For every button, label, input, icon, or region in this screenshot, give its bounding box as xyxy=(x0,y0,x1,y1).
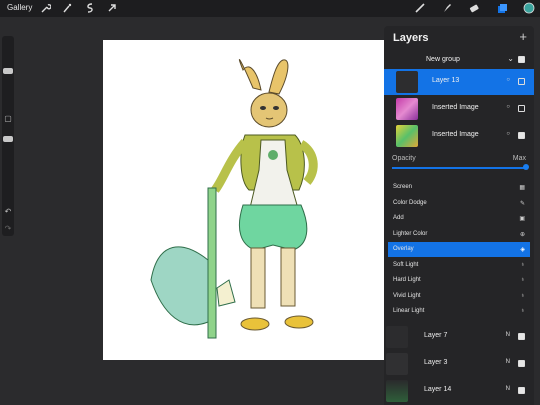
top-toolbar: Gallery xyxy=(0,0,540,17)
undo-icon[interactable]: ↶ xyxy=(4,208,12,216)
layer-row[interactable]: Layer 14 N xyxy=(384,378,534,404)
blend-mode-vivid-light[interactable]: Vivid Light ♁ xyxy=(388,289,530,304)
blend-mode-indicator[interactable]: ○ xyxy=(506,104,510,110)
color-dodge-icon: ✎ xyxy=(519,201,525,207)
layer-row[interactable]: Layer 7 N xyxy=(384,324,534,350)
add-layer-button[interactable]: + xyxy=(519,29,527,44)
blend-mode-lighter-color[interactable]: Lighter Color ⊕ xyxy=(388,227,530,242)
overlay-icon: ◈ xyxy=(520,247,525,253)
blend-mode-screen[interactable]: Screen ▦ xyxy=(388,180,530,195)
brush-icon[interactable] xyxy=(414,2,426,14)
blend-mode-hard-light[interactable]: Hard Light ♁ xyxy=(388,273,530,288)
layer-thumbnail xyxy=(386,380,408,402)
layers-icon[interactable] xyxy=(496,2,508,14)
blend-mode-indicator[interactable]: N xyxy=(506,359,510,365)
magic-wand-icon[interactable] xyxy=(61,2,73,14)
group-visibility-checkbox[interactable] xyxy=(518,56,525,63)
layer-row[interactable]: Layer 3 N xyxy=(384,351,534,377)
layers-panel: Layers + New group ⌄ Layer 13 ○ Inserted… xyxy=(384,26,534,405)
blend-mode-label: Linear Light xyxy=(393,308,425,314)
eraser-icon[interactable] xyxy=(468,2,480,14)
screen-icon: ▦ xyxy=(519,185,525,191)
blend-mode-color-dodge[interactable]: Color Dodge ✎ xyxy=(388,196,530,211)
layer-name: Inserted Image xyxy=(432,131,479,138)
blend-mode-add[interactable]: Add ▣ xyxy=(388,211,530,226)
blend-mode-overlay[interactable]: Overlay ◈ xyxy=(388,242,530,257)
soft-light-icon: ♁ xyxy=(520,262,526,268)
blend-mode-label: Screen xyxy=(393,184,413,190)
add-icon: ▣ xyxy=(519,216,525,222)
blend-mode-indicator[interactable]: ○ xyxy=(506,131,510,137)
layers-panel-title: Layers xyxy=(393,32,429,44)
drawing-canvas[interactable] xyxy=(103,40,385,360)
linear-light-icon: ♁ xyxy=(520,308,526,314)
vivid-light-icon: ♁ xyxy=(520,293,526,299)
brush-size-sidebar: ▢ ↶ ↷ xyxy=(2,36,14,236)
layer-group-row[interactable]: New group ⌄ xyxy=(384,53,534,67)
layer-name: Layer 14 xyxy=(424,386,452,393)
blend-mode-soft-light[interactable]: Soft Light ♁ xyxy=(388,258,530,273)
lighter-color-icon: ⊕ xyxy=(519,232,525,238)
selection-icon[interactable] xyxy=(84,2,96,14)
layer-name: Layer 7 xyxy=(424,332,448,339)
blend-mode-label: Overlay xyxy=(393,246,414,252)
layer-name: Layer 3 xyxy=(424,359,448,366)
layer-visibility-checkbox[interactable] xyxy=(518,105,525,112)
layer-visibility-checkbox[interactable] xyxy=(518,333,525,340)
hard-light-icon: ♁ xyxy=(520,277,526,283)
opacity-slider[interactable] xyxy=(3,136,13,142)
redo-icon[interactable]: ↷ xyxy=(4,225,12,233)
wrench-icon[interactable] xyxy=(39,2,51,14)
layer-thumbnail xyxy=(396,125,418,147)
blend-mode-label: Lighter Color xyxy=(393,231,428,237)
blend-mode-indicator[interactable]: N xyxy=(506,386,510,392)
chevron-down-icon[interactable]: ⌄ xyxy=(507,54,514,63)
blend-mode-linear-light[interactable]: Linear Light ♁ xyxy=(388,304,530,319)
layer-row[interactable]: Layer 13 ○ xyxy=(384,69,534,95)
gallery-button[interactable]: Gallery xyxy=(7,3,32,12)
blend-mode-indicator[interactable]: ○ xyxy=(506,77,510,83)
layer-thumbnail xyxy=(386,353,408,375)
layer-name: Layer 13 xyxy=(432,77,460,84)
smudge-icon[interactable] xyxy=(441,2,453,14)
opacity-slider-track[interactable] xyxy=(392,167,527,169)
rabbit-artwork-illustration xyxy=(150,59,318,339)
layer-row[interactable]: Inserted Image ○ xyxy=(384,123,534,149)
blend-mode-label: Add xyxy=(393,215,404,221)
layer-name: Inserted Image xyxy=(432,104,479,111)
blend-mode-label: Soft Light xyxy=(393,262,419,268)
modify-button[interactable]: ▢ xyxy=(4,115,12,123)
layer-visibility-checkbox[interactable] xyxy=(518,132,525,139)
opacity-max-label: Max xyxy=(512,155,526,162)
layer-visibility-checkbox[interactable] xyxy=(518,360,525,367)
opacity-slider-knob[interactable] xyxy=(523,164,529,170)
blend-mode-label: Color Dodge xyxy=(393,200,427,206)
layer-visibility-checkbox[interactable] xyxy=(518,78,525,85)
layer-thumbnail xyxy=(396,98,418,120)
opacity-label: Opacity xyxy=(392,155,416,162)
blend-mode-indicator[interactable]: N xyxy=(506,332,510,338)
group-name: New group xyxy=(426,56,460,63)
layer-visibility-checkbox[interactable] xyxy=(518,387,525,394)
transform-arrow-icon[interactable] xyxy=(106,2,118,14)
blend-mode-label: Vivid Light xyxy=(393,293,421,299)
layer-row[interactable]: Inserted Image ○ xyxy=(384,96,534,122)
blend-mode-label: Hard Light xyxy=(393,277,421,283)
layer-thumbnail xyxy=(396,71,418,93)
color-swatch-icon[interactable] xyxy=(523,2,535,14)
layer-thumbnail xyxy=(386,326,408,348)
brush-size-slider[interactable] xyxy=(3,68,13,74)
